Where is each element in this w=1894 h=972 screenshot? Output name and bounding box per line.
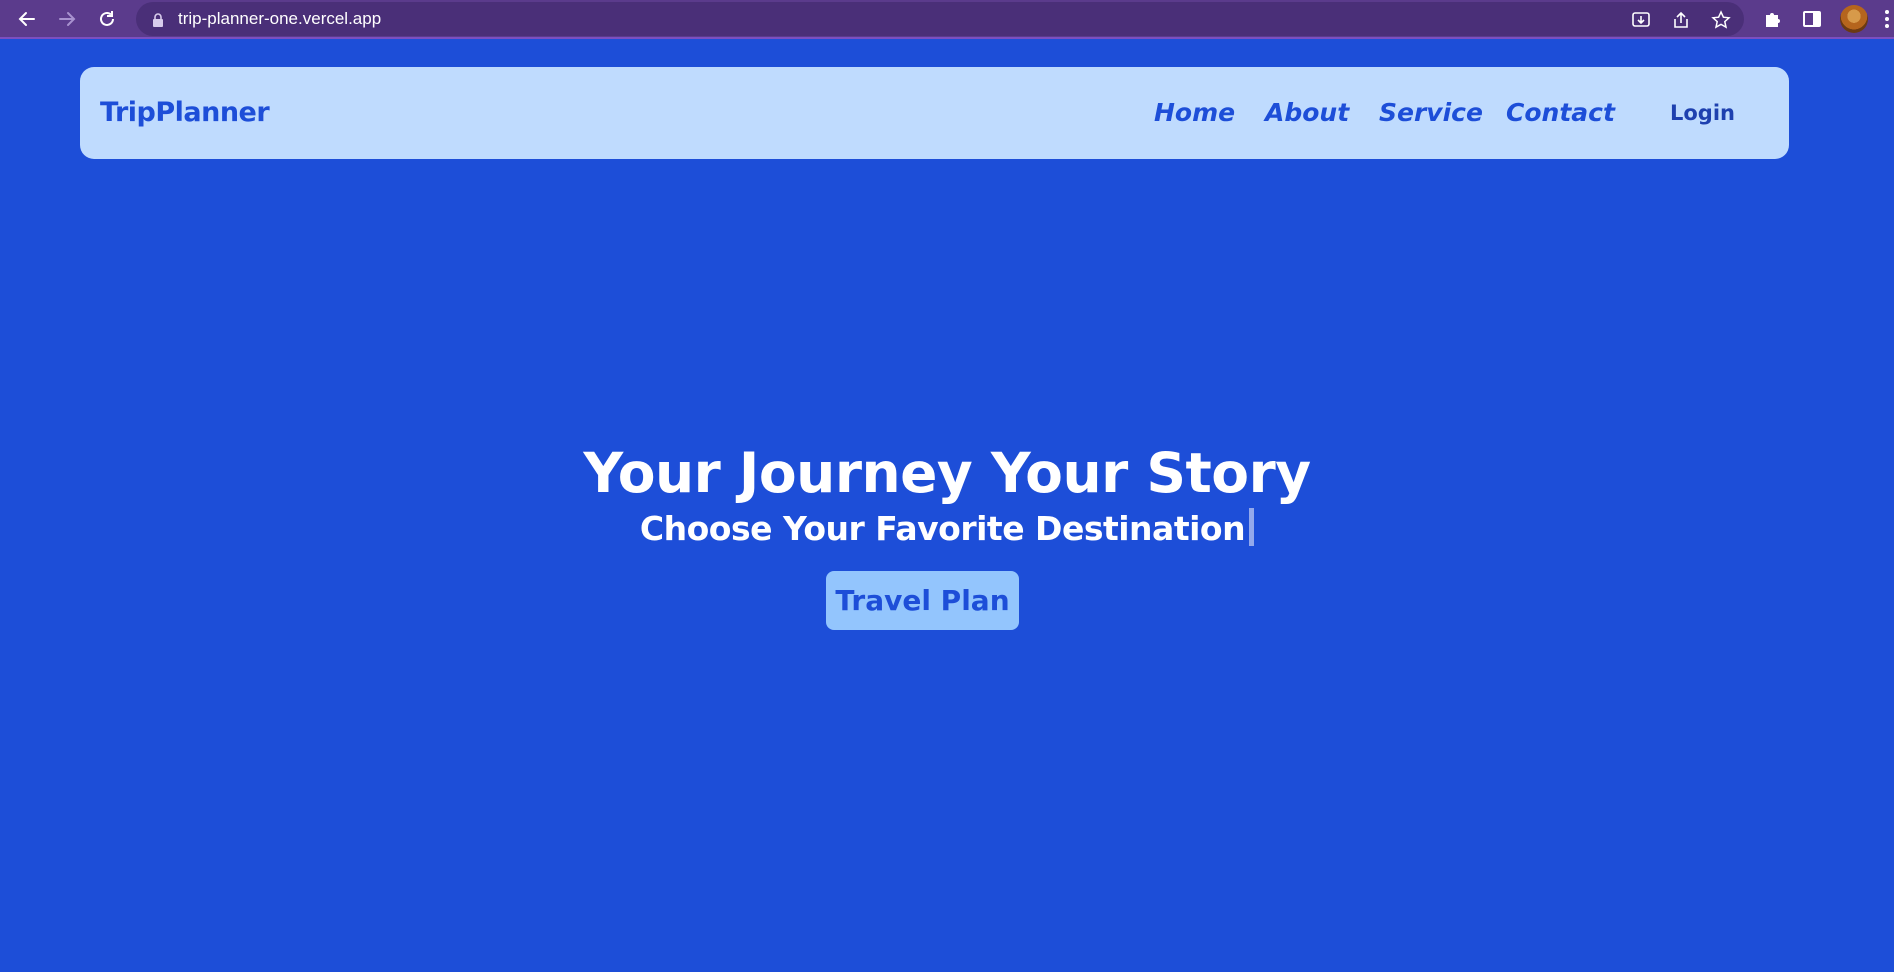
page: TripPlanner Home About Service Contact L… (0, 41, 1894, 972)
puzzle-icon[interactable] (1760, 7, 1784, 31)
brand-logo[interactable]: TripPlanner (100, 97, 270, 129)
share-icon[interactable] (1670, 9, 1692, 31)
lock-icon[interactable] (152, 12, 164, 27)
star-icon[interactable] (1710, 9, 1732, 31)
typing-cursor (1249, 508, 1255, 546)
browser-toolbar: trip-planner-one.vercel.app (0, 0, 1894, 39)
profile-avatar[interactable] (1840, 5, 1868, 33)
nav-link-home[interactable]: Home (1154, 97, 1235, 129)
kebab-menu-icon[interactable] (1884, 8, 1890, 30)
hero-subtitle: Choose Your Favorite Destination (639, 509, 1246, 548)
side-panel-icon[interactable] (1800, 7, 1824, 31)
nav-link-contact[interactable]: Contact (1506, 97, 1615, 129)
install-app-icon[interactable] (1630, 9, 1652, 31)
travel-plan-button[interactable]: Travel Plan (826, 571, 1019, 630)
url-text[interactable]: trip-planner-one.vercel.app (178, 9, 381, 29)
login-button[interactable]: Login (1670, 97, 1735, 129)
address-bar[interactable]: trip-planner-one.vercel.app (136, 2, 1744, 36)
site-navbar: TripPlanner Home About Service Contact L… (80, 67, 1789, 159)
reload-icon[interactable] (92, 4, 122, 34)
nav-link-about[interactable]: About (1265, 97, 1349, 129)
back-arrow-icon[interactable] (12, 4, 42, 34)
hero-title: Your Journey Your Story (583, 441, 1311, 505)
nav-link-service[interactable]: Service (1379, 97, 1483, 129)
hero-subtitle-row: Choose Your Favorite Destination (0, 507, 1894, 551)
forward-arrow-icon[interactable] (52, 4, 82, 34)
